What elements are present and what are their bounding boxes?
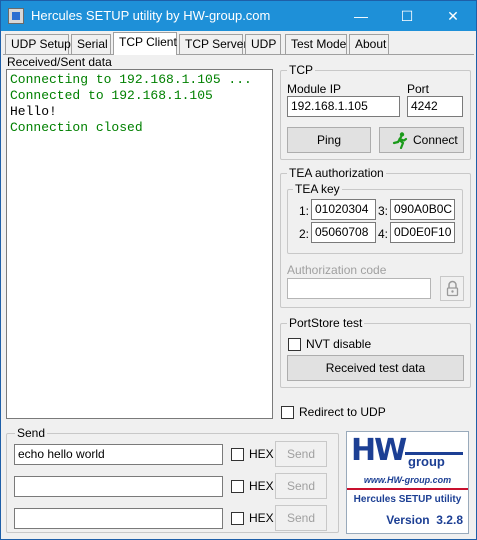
title-bar[interactable]: Hercules SETUP utility by HW-group.com —… (1, 1, 476, 31)
hex-label-1: HEX (249, 447, 274, 461)
tea-key-3-input[interactable]: 090A0B0C (390, 199, 455, 220)
app-window: Hercules SETUP utility by HW-group.com —… (0, 0, 477, 540)
hex-checkbox-3[interactable] (231, 512, 244, 525)
connect-button[interactable]: Connect (379, 127, 464, 153)
brand-hw: HW (351, 433, 407, 468)
tab-serial[interactable]: Serial (71, 34, 111, 54)
close-icon: ✕ (447, 8, 459, 24)
send-button-1[interactable]: Send (275, 441, 327, 467)
tcp-group-title: TCP (287, 63, 315, 77)
maximize-button[interactable]: ☐ (384, 1, 430, 31)
send-input-3[interactable] (14, 508, 223, 529)
brand-group: group (408, 454, 445, 469)
send-input-1[interactable]: echo hello world (14, 444, 223, 465)
tab-udp-setup[interactable]: UDP Setup (5, 34, 71, 54)
app-icon (8, 8, 24, 24)
tea-key-4-input[interactable]: 0D0E0F10 (390, 222, 455, 243)
module-ip-label: Module IP (287, 82, 342, 96)
console-line: Hello! (10, 104, 57, 119)
hw-group-logo[interactable]: HW group www.HW-group.com Hercules SETUP… (346, 431, 469, 534)
logo-version: Version 3.2.8 (386, 513, 463, 527)
received-test-data-label: Received test data (325, 361, 426, 375)
tab-about[interactable]: About (349, 34, 389, 54)
tea-key-2-label: 2: (299, 227, 310, 241)
tea-key-2-input[interactable]: 05060708 (311, 222, 376, 243)
logo-product: Hercules SETUP utility (353, 494, 462, 505)
lock-icon (446, 280, 459, 297)
tea-authorization-title: TEA authorization (287, 166, 386, 180)
console-line: Connecting to 192.168.1.105 ... (10, 72, 252, 87)
received-test-data-button[interactable]: Received test data (287, 355, 464, 381)
tab-udp[interactable]: UDP (245, 34, 281, 54)
logo-url: www.HW-group.com (363, 475, 452, 485)
hw-group-wordmark: HW group (351, 433, 463, 469)
window-title: Hercules SETUP utility by HW-group.com (31, 8, 271, 23)
console-line: Connected to 192.168.1.105 (10, 88, 213, 103)
lock-button[interactable] (440, 276, 464, 301)
minimize-icon: — (354, 8, 368, 24)
received-data-label: Received/Sent data (7, 55, 112, 69)
hex-checkbox-1[interactable] (231, 448, 244, 461)
tab-tcp-client[interactable]: TCP Client (113, 32, 177, 55)
redirect-to-udp-checkbox[interactable] (281, 406, 294, 419)
port-input[interactable]: 4242 (407, 96, 463, 117)
nvt-disable-label: NVT disable (306, 337, 372, 351)
portstore-test-title: PortStore test (287, 316, 365, 330)
authorization-code-label: Authorization code (287, 263, 387, 277)
redirect-to-udp-label: Redirect to UDP (299, 405, 386, 419)
received-data-console[interactable]: Connecting to 192.168.1.105 ... Connecte… (6, 69, 273, 419)
tea-key-1-label: 1: (299, 204, 310, 218)
ping-button[interactable]: Ping (287, 127, 371, 153)
port-label: Port (407, 82, 430, 96)
tab-tcp-server[interactable]: TCP Server (179, 34, 247, 54)
authorization-code-input[interactable] (287, 278, 431, 299)
send-button-3-label: Send (286, 511, 316, 525)
tea-key-title: TEA key (293, 182, 342, 196)
send-button-2-label: Send (286, 479, 316, 493)
send-group-title: Send (15, 426, 48, 440)
connect-button-label: Connect (413, 133, 458, 147)
minimize-button[interactable]: — (338, 1, 384, 31)
send-button-1-label: Send (286, 447, 316, 461)
send-button-2[interactable]: Send (275, 473, 327, 499)
tea-key-4-label: 4: (378, 227, 389, 241)
send-button-3[interactable]: Send (275, 505, 327, 531)
tab-test-mode[interactable]: Test Mode (285, 34, 347, 54)
console-line: Connection closed (10, 120, 143, 135)
logo-divider (347, 488, 468, 490)
ping-button-label: Ping (316, 133, 342, 147)
connect-runner-icon (392, 132, 408, 149)
tea-key-1-input[interactable]: 01020304 (311, 199, 376, 220)
send-input-2[interactable] (14, 476, 223, 497)
hex-label-2: HEX (249, 479, 274, 493)
close-button[interactable]: ✕ (430, 1, 476, 31)
nvt-disable-checkbox[interactable] (288, 338, 301, 351)
hex-checkbox-2[interactable] (231, 480, 244, 493)
module-ip-input[interactable]: 192.168.1.105 (287, 96, 400, 117)
hex-label-3: HEX (249, 511, 274, 525)
tea-key-3-label: 3: (378, 204, 389, 218)
maximize-icon: ☐ (400, 8, 414, 24)
